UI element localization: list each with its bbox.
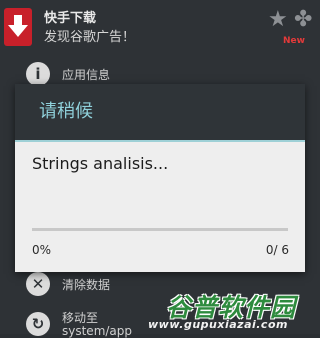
- list-item-label: 清除数据: [62, 278, 111, 292]
- move-subtext: system/app: [62, 324, 133, 338]
- new-badge: New: [283, 36, 305, 46]
- dialog-message: Strings analisis...: [32, 154, 169, 173]
- watermark: 谷普软件园 www.gupuxiazai.com: [148, 288, 320, 334]
- dialog-title: 请稍候: [39, 101, 93, 122]
- close-icon: ✕: [26, 272, 50, 296]
- progress-bar: [32, 228, 288, 231]
- info-icon: i: [26, 62, 50, 86]
- progress-dialog: 请稍候 Strings analisis... 0% 0/ 6: [15, 84, 305, 272]
- progress-count: 0/ 6: [265, 243, 289, 257]
- download-arrow-icon: [8, 15, 28, 37]
- move-icon: ↻: [26, 312, 50, 336]
- progress-percent: 0%: [32, 243, 52, 257]
- move-label: 移动至: [62, 311, 99, 325]
- clover-icon[interactable]: ✤: [294, 9, 312, 31]
- watermark-url: www.gupuxiazai.com: [148, 318, 288, 331]
- app-icon: [4, 8, 32, 46]
- star-icon[interactable]: ★: [268, 9, 288, 31]
- app-title: 快手下载: [44, 11, 97, 26]
- list-item-label: 移动至 system/app: [62, 312, 132, 338]
- list-item-label: 应用信息: [62, 68, 111, 82]
- dialog-body: Strings analisis... 0% 0/ 6: [15, 142, 305, 272]
- dialog-header: 请稍候: [15, 84, 305, 142]
- app-subtitle: 发现谷歌广告！: [44, 30, 136, 45]
